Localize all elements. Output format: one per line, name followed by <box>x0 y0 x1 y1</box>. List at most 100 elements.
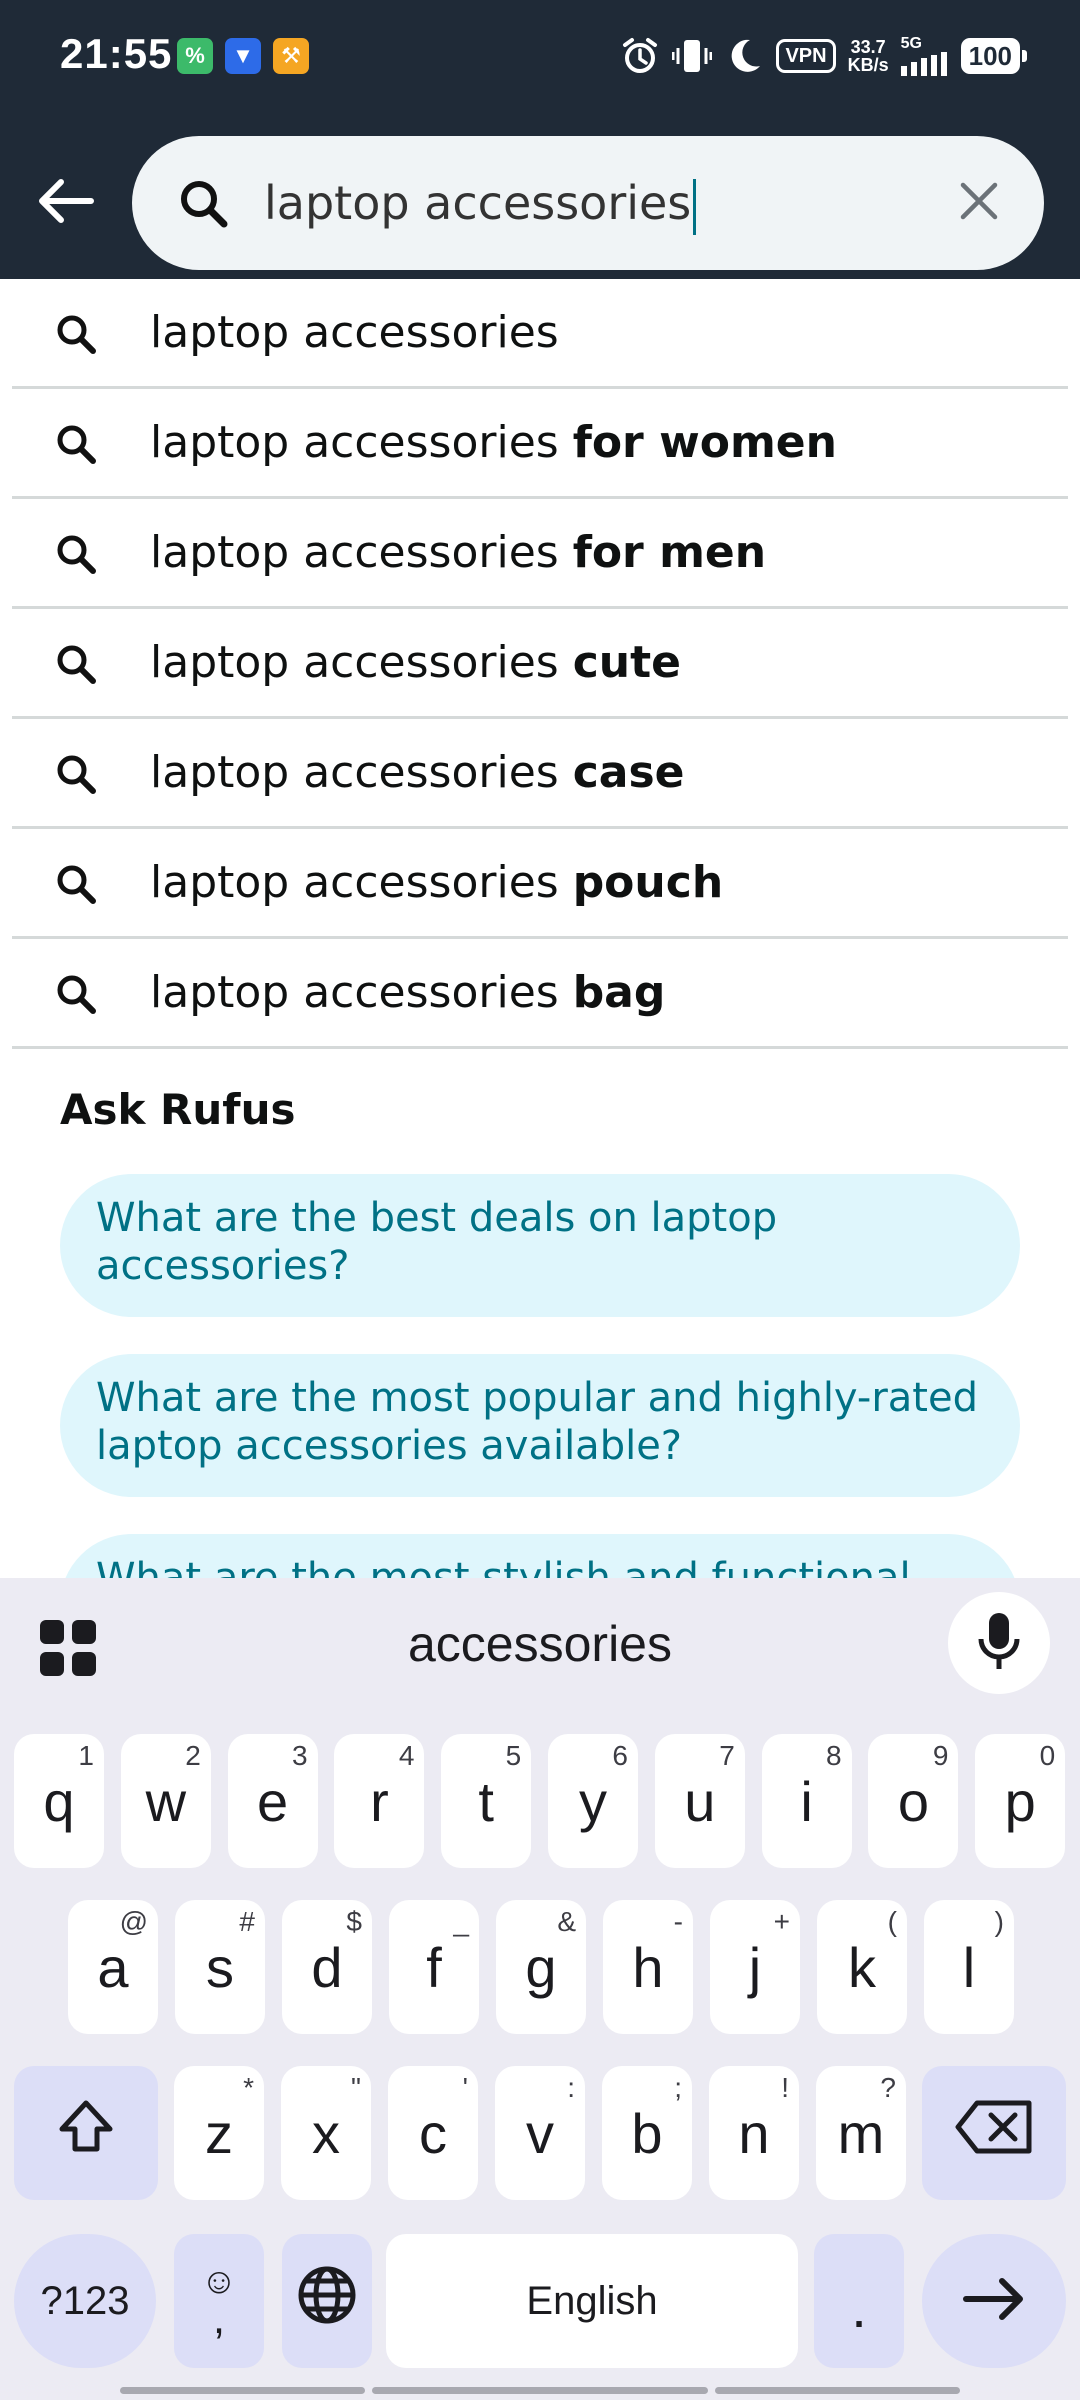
key-hint: 5 <box>505 1740 522 1771</box>
space-key[interactable]: English <box>386 2234 798 2368</box>
key-e[interactable]: e3 <box>227 1734 318 1868</box>
key-x[interactable]: x " <box>281 2066 371 2200</box>
ask-rufus-heading: Ask Rufus <box>60 1085 296 1134</box>
backspace-key[interactable] <box>922 2066 1066 2200</box>
key-hint: _ <box>453 1906 469 1937</box>
back-arrow-icon <box>35 176 95 231</box>
suggestion-item[interactable]: laptop accessories for men <box>12 499 1068 609</box>
key-label: t <box>478 1769 494 1833</box>
battery-level: 100 <box>960 38 1028 74</box>
key-y[interactable]: y6 <box>548 1734 638 1868</box>
key-q[interactable]: q1 <box>14 1734 104 1868</box>
word-prediction[interactable]: accessories <box>240 1578 840 1710</box>
key-i[interactable]: i8 <box>761 1734 852 1868</box>
key-hint: 2 <box>185 1740 201 1771</box>
suggestion-prefix: laptop accessories <box>150 637 573 688</box>
key-h[interactable]: h- <box>603 1900 693 2034</box>
symbols-key[interactable]: ?123 <box>14 2234 156 2368</box>
key-hint: ( <box>887 1906 897 1937</box>
key-label: i <box>800 1769 813 1833</box>
key-v[interactable]: v: <box>495 2066 585 2200</box>
key-label: r <box>370 1769 389 1833</box>
suggestion-item[interactable]: laptop accessories bag <box>12 939 1068 1049</box>
key-c[interactable]: c ' <box>388 2066 478 2200</box>
voice-input-button[interactable] <box>948 1592 1050 1694</box>
suggestion-item[interactable]: laptop accessories <box>12 279 1068 389</box>
suggestion-text: laptop accessories for women <box>150 389 837 496</box>
key-j[interactable]: j + <box>710 1900 800 2034</box>
key-k[interactable]: k( <box>817 1900 907 2034</box>
suggestion-text: laptop accessories case <box>150 719 685 826</box>
search-bar[interactable]: laptop accessories <box>132 136 1044 270</box>
keyboard-apps-button[interactable] <box>38 1618 98 1683</box>
key-label: q <box>43 1769 75 1833</box>
emoji-comma-key[interactable]: ☺ , <box>174 2234 264 2368</box>
suggestion-prefix: laptop accessories <box>150 967 573 1018</box>
key-hint: 6 <box>612 1740 628 1771</box>
key-hint: ; <box>674 2072 682 2103</box>
key-n[interactable]: n! <box>709 2066 799 2200</box>
clear-search-button[interactable] <box>952 176 1006 230</box>
key-hint: ' <box>462 2072 468 2103</box>
key-w[interactable]: w2 <box>120 1734 211 1868</box>
key-hint: ) <box>994 1906 1004 1937</box>
suggestion-prefix: laptop accessories <box>150 417 573 468</box>
search-icon <box>176 176 232 237</box>
gesture-handle <box>120 2387 365 2394</box>
signal-bars-icon <box>900 52 949 76</box>
enter-arrow-icon <box>962 2269 1026 2334</box>
key-label: g <box>525 1935 557 1999</box>
key-l[interactable]: l) <box>924 1900 1014 2034</box>
suggestion-item[interactable]: laptop accessories pouch <box>12 829 1068 939</box>
enter-key[interactable] <box>922 2234 1066 2368</box>
rufus-question-chip[interactable]: What are the best deals on laptop access… <box>60 1174 1020 1317</box>
search-icon <box>54 312 98 361</box>
key-f[interactable]: f _ <box>389 1900 479 2034</box>
key-hint: 7 <box>719 1740 735 1771</box>
search-icon <box>54 972 98 1021</box>
key-s[interactable]: s # <box>175 1900 265 2034</box>
signal-strength: 5G <box>900 35 949 76</box>
language-key[interactable] <box>282 2234 372 2368</box>
key-r[interactable]: r4 <box>334 1734 425 1868</box>
key-d[interactable]: d $ <box>282 1900 372 2034</box>
suggestion-item[interactable]: laptop accessories for women <box>12 389 1068 499</box>
key-label: n <box>738 2101 770 2165</box>
key-t[interactable]: t5 <box>441 1734 532 1868</box>
key-label: l <box>962 1935 976 1999</box>
suggestion-completion: pouch <box>572 857 724 908</box>
key-m[interactable]: m? <box>816 2066 906 2200</box>
key-u[interactable]: u7 <box>654 1734 745 1868</box>
rufus-question-chip[interactable]: What are the most popular and highly-rat… <box>60 1354 1020 1497</box>
back-button[interactable] <box>30 168 100 238</box>
shift-key[interactable] <box>14 2066 158 2200</box>
percent-app-icon: % <box>177 38 213 74</box>
search-input[interactable]: laptop accessories <box>264 166 697 240</box>
key-label: y <box>579 1769 607 1833</box>
symbols-key-label: ?123 <box>40 2278 130 2323</box>
key-label: o <box>897 1769 929 1833</box>
key-label: k <box>848 1935 876 1999</box>
suggestion-completion: cute <box>572 637 681 688</box>
key-a[interactable]: a @ <box>68 1900 158 2034</box>
key-hint: - <box>673 1906 683 1937</box>
key-o[interactable]: o9 <box>868 1734 959 1868</box>
suggestion-item[interactable]: laptop accessories cute <box>12 609 1068 719</box>
key-hint: 1 <box>78 1740 94 1771</box>
suggestion-text: laptop accessories for men <box>150 499 766 606</box>
period-key[interactable]: . <box>814 2234 904 2368</box>
suggestion-prefix: laptop accessories <box>150 527 573 578</box>
key-label: w <box>145 1769 187 1833</box>
shirt-app-icon: ▼ <box>225 38 261 74</box>
key-z[interactable]: z * <box>174 2066 264 2200</box>
key-hint: @ <box>119 1906 148 1937</box>
key-hint: $ <box>346 1906 362 1937</box>
suggestion-item[interactable]: laptop accessories case <box>12 719 1068 829</box>
key-p[interactable]: p0 <box>975 1734 1066 1868</box>
key-g[interactable]: g & <box>496 1900 586 2034</box>
suggestion-text: laptop accessories pouch <box>150 829 723 936</box>
key-b[interactable]: b; <box>602 2066 692 2200</box>
network-speed-unit: KB/s <box>847 55 889 75</box>
key-hint: 9 <box>932 1740 949 1771</box>
network-type: 5G <box>900 35 922 52</box>
